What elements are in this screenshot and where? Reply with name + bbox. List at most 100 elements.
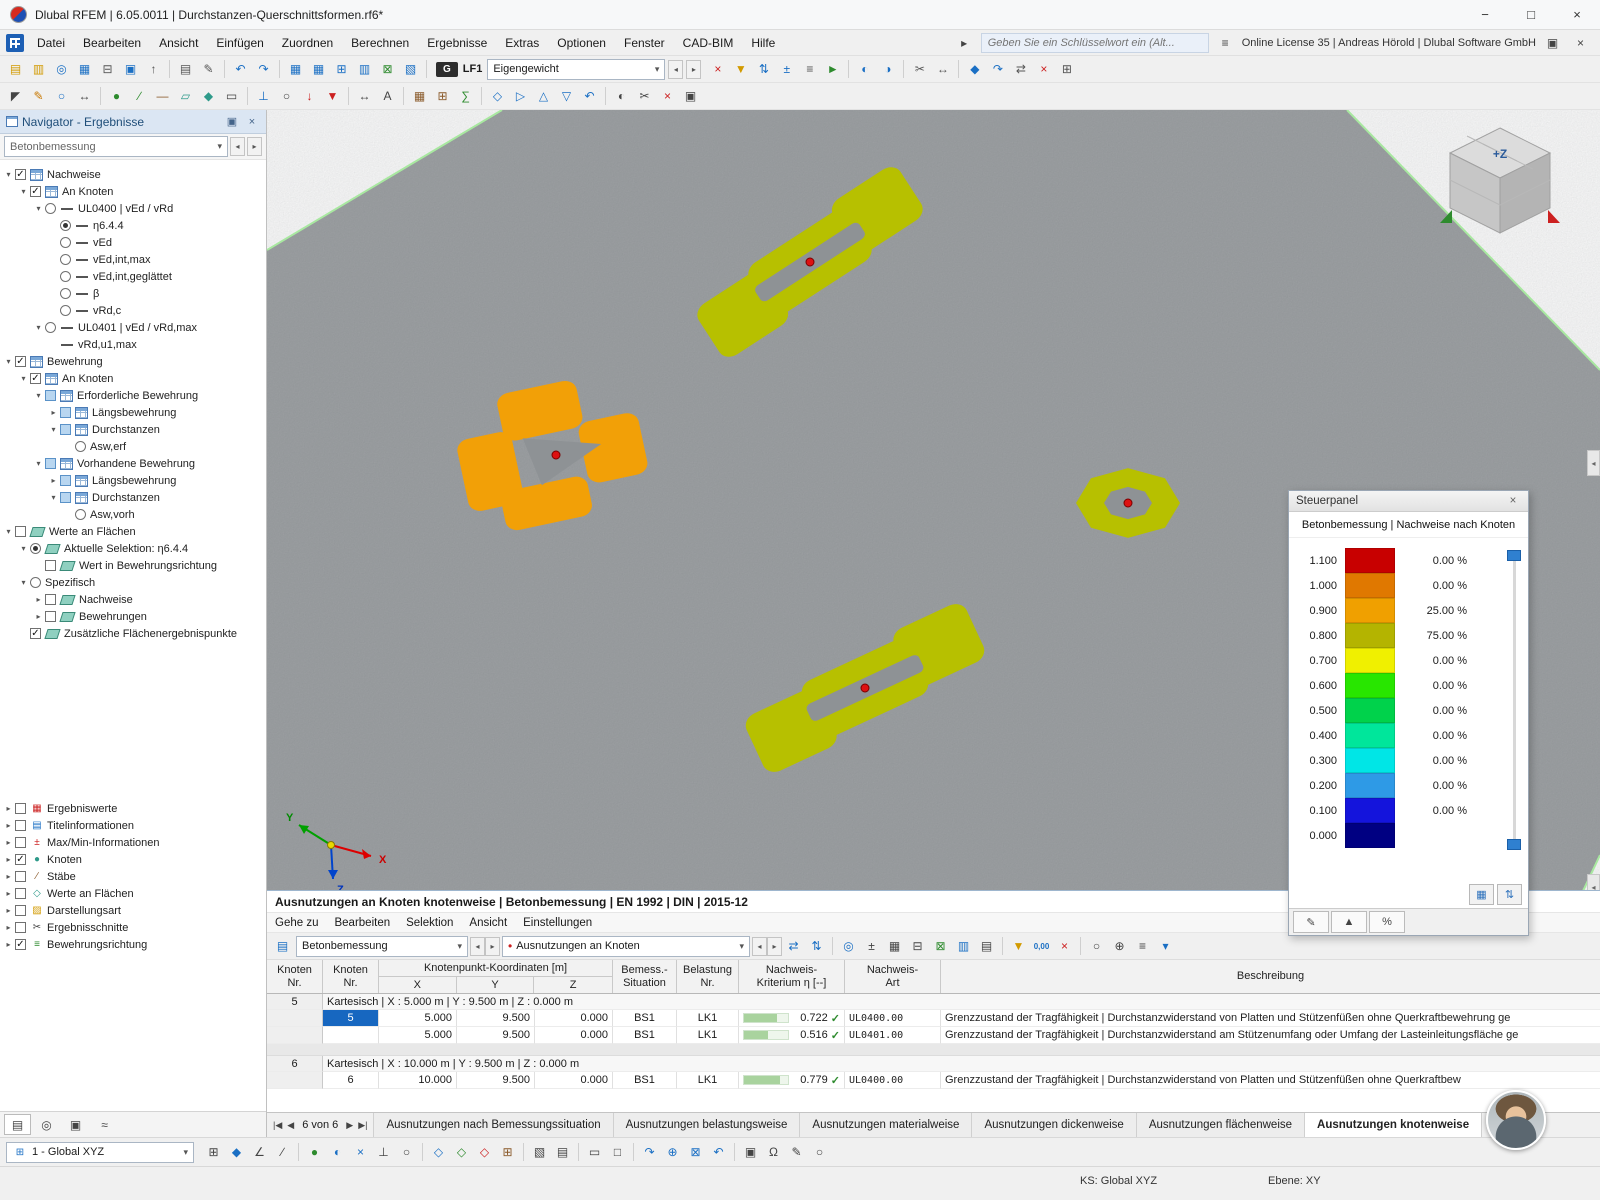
group-node-number[interactable]: 6 — [267, 1056, 323, 1072]
column-header-knoten-nr-2[interactable]: KnotenNr. — [323, 960, 379, 993]
tab-ausnutzungen-belastungsweise[interactable]: Ausnutzungen belastungsweise — [614, 1113, 801, 1137]
cell-criterion[interactable]: 0.779✓ — [739, 1072, 845, 1089]
panel-toggle-icon[interactable]: ◐ — [854, 59, 875, 80]
tree-item-asw-erf[interactable]: Asw,erf — [0, 438, 266, 455]
edit-object-icon[interactable]: ✎ — [28, 86, 49, 107]
scale-min-handle[interactable] — [1507, 839, 1521, 850]
steuerpanel-titlebar[interactable]: Steuerpanel × — [1289, 491, 1528, 512]
view-y-icon[interactable]: △ — [533, 86, 554, 107]
table-menu-selektion[interactable]: Selektion — [398, 913, 461, 932]
column-header-x[interactable]: X — [379, 977, 457, 993]
save-icon[interactable]: ▣ — [120, 59, 141, 80]
keyword-search-input[interactable] — [981, 33, 1209, 53]
deselect-icon[interactable]: □ — [607, 1142, 628, 1163]
checkbox-icon[interactable] — [30, 628, 41, 639]
tree-item-an-knoten[interactable]: ▾An Knoten — [0, 183, 266, 200]
copy-icon[interactable]: ▤ — [175, 59, 196, 80]
grid-icon[interactable]: ⊞ — [203, 1142, 224, 1163]
table-menu-gehe-zu[interactable]: Gehe zu — [267, 913, 326, 932]
menu-hilfe[interactable]: Hilfe — [742, 30, 784, 55]
nodal-load-icon[interactable]: ↓ — [299, 86, 320, 107]
expander-icon[interactable]: ▸ — [2, 906, 15, 915]
panel-scale-settings-icon[interactable]: ▲ — [1331, 911, 1367, 933]
cell-z[interactable]: 0.000 — [535, 1027, 613, 1044]
delete-results-icon[interactable]: × — [707, 59, 728, 80]
table-decimals-icon[interactable]: 0,00 — [1031, 936, 1052, 957]
excel-export-icon[interactable]: ⊠ — [377, 59, 398, 80]
checkbox-icon[interactable] — [15, 837, 26, 848]
snapshot-icon[interactable]: ▣ — [680, 86, 701, 107]
cell-description[interactable]: Grenzzustand der Tragfähigkeit | Durchst… — [941, 1072, 1600, 1089]
navigator-tab-results-icon[interactable]: ≈ — [91, 1114, 118, 1135]
tab-ausnutzungen-knotenweise[interactable]: Ausnutzungen knotenweise — [1305, 1113, 1482, 1137]
column-header-knoten-nr-1[interactable]: KnotenNr. — [267, 960, 323, 993]
snap-middle-icon[interactable]: ◐ — [327, 1142, 348, 1163]
menu-fenster[interactable]: Fenster — [615, 30, 674, 55]
expander-icon[interactable]: ▸ — [2, 838, 15, 847]
menubar-close-icon[interactable]: × — [1570, 32, 1591, 53]
checkbox-icon[interactable] — [60, 407, 71, 418]
cell-y[interactable]: 9.500 — [457, 1010, 535, 1027]
new-solid-icon[interactable]: ◆ — [198, 86, 219, 107]
animate-results-icon[interactable]: ► — [822, 59, 843, 80]
history-icon[interactable]: ○ — [809, 1142, 830, 1163]
toolbar-overflow-icon[interactable]: ▸ — [954, 32, 975, 53]
printout-report-icon[interactable]: ▥ — [354, 59, 375, 80]
radio-icon[interactable] — [75, 441, 86, 452]
next-category-icon[interactable]: ▸ — [247, 137, 262, 156]
expander-icon[interactable]: ▸ — [2, 923, 15, 932]
table-menu-bearbeiten[interactable]: Bearbeiten — [326, 913, 398, 932]
previous-category-icon[interactable]: ◂ — [230, 137, 245, 156]
checkbox-icon[interactable] — [15, 820, 26, 831]
undo-icon[interactable]: ↶ — [230, 59, 251, 80]
checkbox-icon[interactable] — [45, 390, 56, 401]
expander-icon[interactable]: ▾ — [32, 459, 45, 468]
delete-icon[interactable]: × — [1033, 59, 1054, 80]
snap-node-icon[interactable]: ● — [304, 1142, 325, 1163]
table-report-icon[interactable]: ▤ — [976, 936, 997, 957]
next-design-icon[interactable]: ▸ — [485, 937, 500, 956]
table-find-icon[interactable]: ○ — [1086, 936, 1107, 957]
menu-berechnen[interactable]: Berechnen — [342, 30, 418, 55]
radio-icon[interactable] — [60, 305, 71, 316]
expander-icon[interactable]: ▸ — [47, 476, 60, 485]
tree-item-titelinformationen[interactable]: ▸▤Titelinformationen — [0, 817, 266, 834]
table-view-icon[interactable]: ▦ — [884, 936, 905, 957]
table-design-icon[interactable]: ▤ — [272, 936, 293, 957]
design-type-combo[interactable]: Betonbemessung ▾ — [296, 936, 468, 957]
column-header-z[interactable]: Z — [534, 977, 612, 993]
print-graphic-icon[interactable]: ⊟ — [97, 59, 118, 80]
zoom-select-icon[interactable]: ○ — [51, 86, 72, 107]
previous-page-icon[interactable]: ◀ — [287, 1120, 294, 1131]
checkbox-icon[interactable] — [15, 526, 26, 537]
cell-description[interactable]: Grenzzustand der Tragfähigkeit | Durchst… — [941, 1027, 1600, 1044]
column-header-beschreibung[interactable]: Beschreibung — [941, 960, 1600, 993]
menu-cad-bim[interactable]: CAD-BIM — [674, 30, 743, 55]
checkbox-icon[interactable] — [30, 186, 41, 197]
cell-design-check[interactable]: UL0400.00 — [845, 1072, 941, 1089]
tree-item-nachweise[interactable]: ▸Nachweise — [0, 591, 266, 608]
table-export-icon[interactable]: ⊠ — [930, 936, 951, 957]
expander-icon[interactable]: ▾ — [17, 578, 30, 587]
next-page-icon[interactable]: ▶ — [346, 1120, 353, 1131]
rotate-view-icon[interactable]: ↷ — [987, 59, 1008, 80]
checkbox-icon[interactable] — [60, 475, 71, 486]
menu-datei[interactable]: Datei — [28, 30, 74, 55]
cell-y[interactable]: 9.500 — [457, 1027, 535, 1044]
expander-icon[interactable]: ▾ — [2, 170, 15, 179]
expander-icon[interactable]: ▾ — [47, 493, 60, 502]
mesh-icon[interactable]: ▦ — [409, 86, 430, 107]
tree-item-vrd-u1-max[interactable]: vRd,u1,max — [0, 336, 266, 353]
cell-node-number[interactable]: 5 — [323, 1010, 379, 1027]
tree-item-ved-int-max[interactable]: vEd,int,max — [0, 251, 266, 268]
cell-node-number[interactable]: 6 — [323, 1072, 379, 1089]
table-menu-ansicht[interactable]: Ansicht — [461, 913, 515, 932]
maximize-button[interactable]: □ — [1508, 0, 1554, 29]
checkbox-icon[interactable] — [60, 492, 71, 503]
tree-item-vrd-c[interactable]: vRd,c — [0, 302, 266, 319]
cell-load[interactable]: LK1 — [677, 1072, 739, 1089]
tree-item-bewehrungen[interactable]: ▸Bewehrungen — [0, 608, 266, 625]
background-icon[interactable]: ▤ — [552, 1142, 573, 1163]
new-line-icon[interactable]: ∕ — [129, 86, 150, 107]
expander-icon[interactable]: ▸ — [2, 855, 15, 864]
